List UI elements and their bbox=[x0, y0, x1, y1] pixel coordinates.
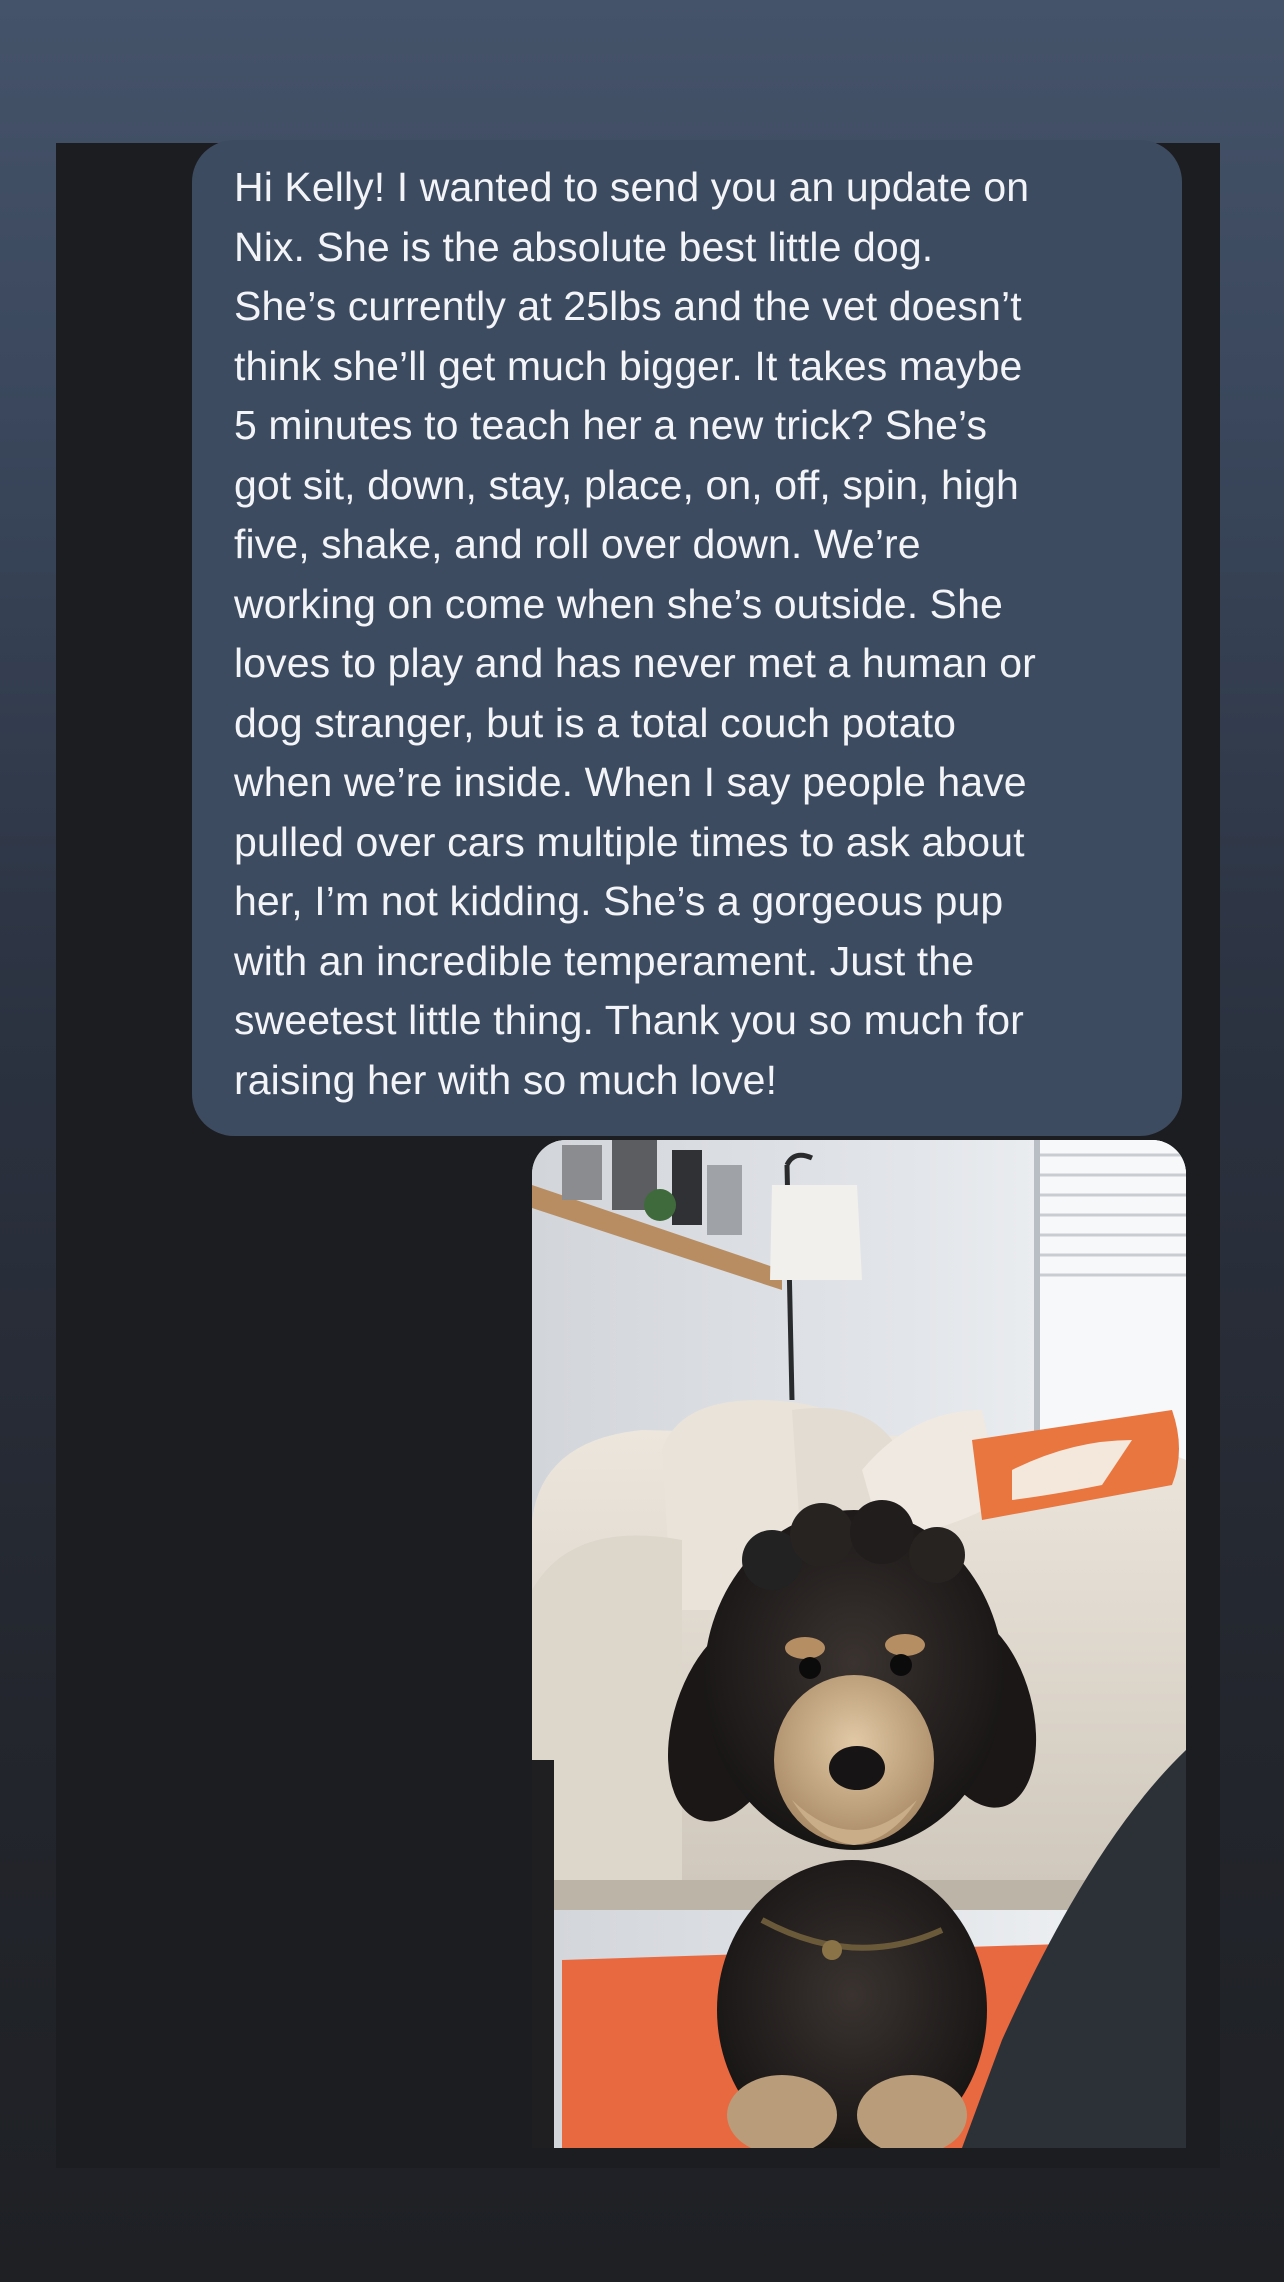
message-line: pulled over cars multiple times to ask a… bbox=[234, 818, 1025, 865]
message-line: dog stranger, but is a total couch potat… bbox=[234, 699, 957, 746]
message-line: working on come when she’s outside. She bbox=[234, 580, 1003, 627]
message-line: loves to play and has never met a human … bbox=[234, 640, 1036, 686]
message-line: her, I’m not kidding. She’s a gorgeous p… bbox=[234, 878, 1004, 924]
message-line: raising her with so much love! bbox=[234, 1056, 778, 1103]
dog-photo bbox=[532, 1140, 1186, 2148]
message-line: Hi Kelly! I wanted to send you an update… bbox=[234, 164, 1030, 210]
message-line: with an incredible temperament. Just the bbox=[234, 937, 975, 984]
message-line: sweetest little thing. Thank you so much… bbox=[234, 997, 1024, 1043]
message-line: five, shake, and roll over down. We’re bbox=[234, 521, 921, 567]
message-line: 5 minutes to teach her a new trick? She’… bbox=[234, 402, 988, 448]
dog-photo-attachment[interactable] bbox=[532, 1140, 1186, 2148]
message-line: got sit, down, stay, place, on, off, spi… bbox=[234, 461, 1019, 508]
message-line: when we’re inside. When I say people hav… bbox=[234, 759, 1027, 805]
message-line: She’s currently at 25lbs and the vet doe… bbox=[234, 283, 1022, 329]
message-bubble[interactable]: Hi Kelly! I wanted to send you an update… bbox=[192, 140, 1182, 1136]
message-line: Nix. She is the absolute best little dog… bbox=[234, 223, 934, 270]
message-line: think she’ll get much bigger. It takes m… bbox=[234, 342, 1023, 389]
